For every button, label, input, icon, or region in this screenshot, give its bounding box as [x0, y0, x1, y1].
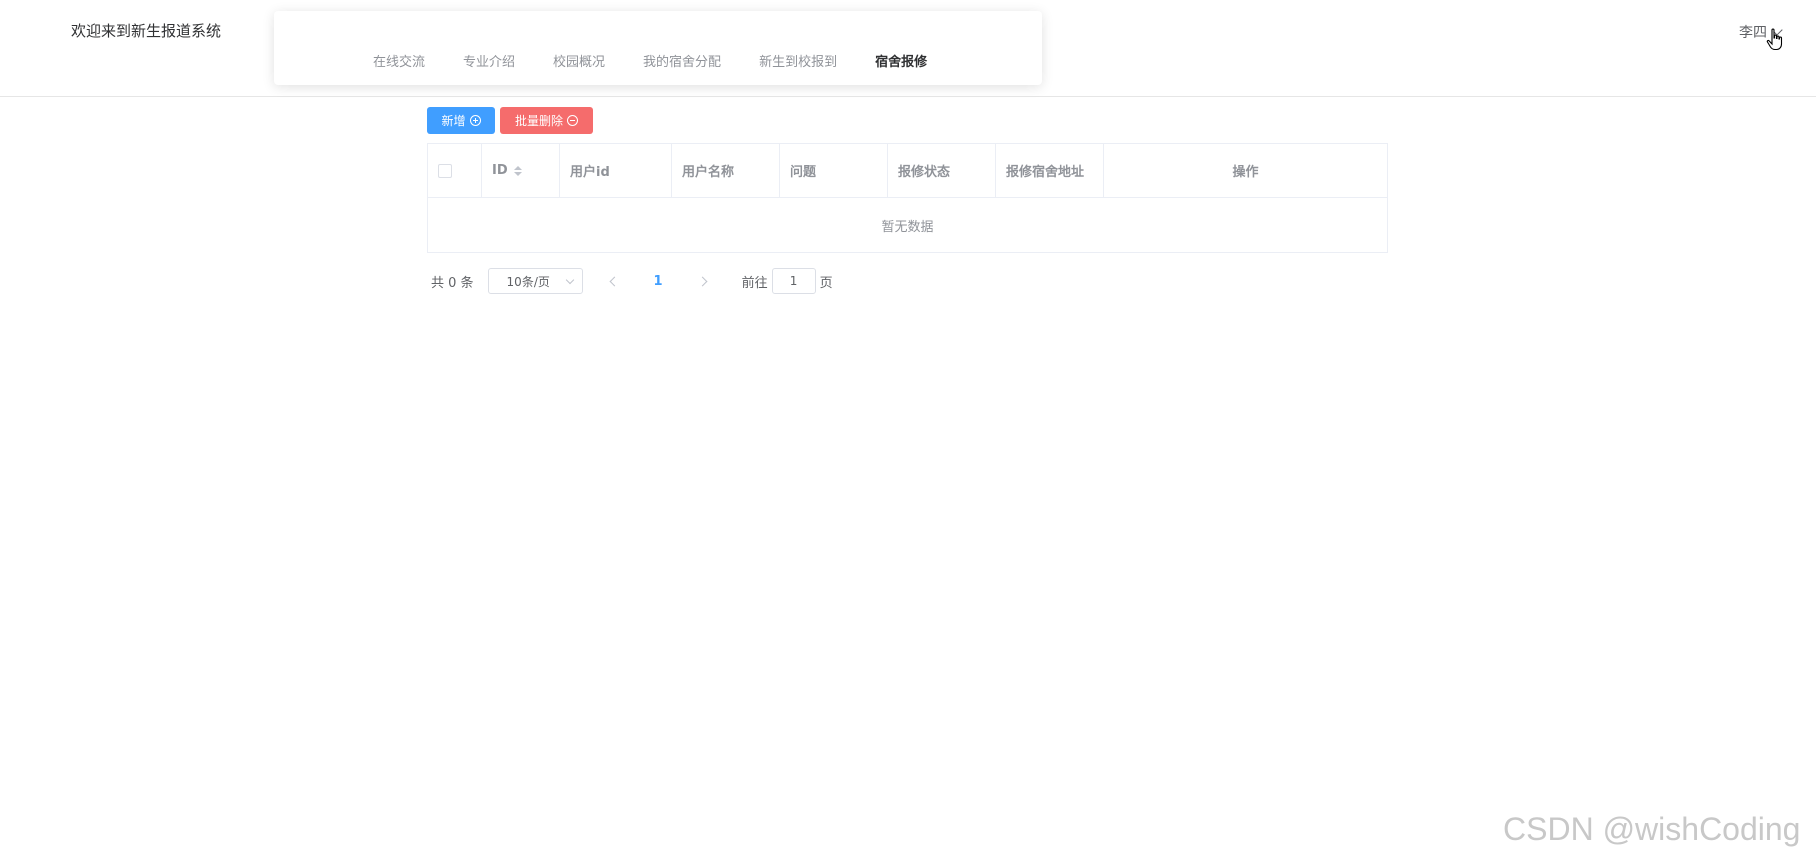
select-all-checkbox[interactable] — [438, 163, 452, 178]
repair-table: ID 用户id 用户名称 问题 报修状态 报修宿舍地址 操作 暂无数据 — [427, 143, 1388, 253]
page-size-select[interactable]: 10条/页 — [487, 268, 583, 294]
hand-cursor-icon — [1766, 28, 1783, 51]
site-title: 欢迎来到新生报道系统 — [71, 22, 222, 40]
batch-delete-label: 批量删除 — [514, 114, 563, 128]
empty-message: 暂无数据 — [881, 219, 934, 235]
pagination: 共 0 条 10条/页 1 前往 页 — [431, 267, 833, 295]
column-dorm-address: 报修宿舍地址 — [996, 144, 1104, 197]
page-size-value: 10条/页 — [506, 274, 550, 289]
column-id[interactable]: ID — [482, 144, 560, 197]
column-user-name: 用户名称 — [672, 144, 780, 197]
column-repair-status: 报修状态 — [888, 144, 996, 197]
table-header: ID 用户id 用户名称 问题 报修状态 报修宿舍地址 操作 — [428, 144, 1387, 198]
sort-icon[interactable] — [513, 165, 522, 176]
goto-page-input[interactable] — [771, 268, 816, 294]
goto-label: 前往 — [741, 275, 768, 291]
nav-item-campus[interactable]: 校园概况 — [553, 51, 605, 70]
watermark: CSDN @wishCoding — [1503, 811, 1801, 847]
prev-page-icon[interactable] — [609, 276, 619, 286]
next-page-icon[interactable] — [697, 276, 708, 286]
batch-delete-button[interactable]: 批量删除 — [500, 107, 593, 134]
select-all-cell — [428, 144, 482, 197]
nav-item-online-chat[interactable]: 在线交流 — [373, 51, 425, 70]
nav-item-my-dorm[interactable]: 我的宿舍分配 — [643, 51, 721, 70]
header: 欢迎来到新生报道系统 在线交流 专业介绍 校园概况 我的宿舍分配 新生到校报到 … — [0, 0, 1816, 97]
add-button[interactable]: 新增 — [427, 107, 495, 134]
add-button-label: 新增 — [441, 114, 466, 128]
user-name: 李四 — [1739, 25, 1767, 41]
column-id-label: ID — [492, 163, 508, 178]
total-count: 共 0 条 — [431, 275, 474, 291]
chevron-down-icon — [565, 275, 574, 285]
page-number-1[interactable]: 1 — [654, 274, 663, 289]
page-unit-label: 页 — [819, 275, 833, 291]
nav-item-check-in[interactable]: 新生到校报到 — [759, 51, 837, 70]
column-problem: 问题 — [780, 144, 888, 197]
circle-minus-icon — [567, 115, 578, 126]
nav-menu: 在线交流 专业介绍 校园概况 我的宿舍分配 新生到校报到 宿舍报修 — [274, 11, 1042, 85]
nav-item-majors[interactable]: 专业介绍 — [463, 51, 515, 70]
nav-item-dorm-repair[interactable]: 宿舍报修 — [875, 51, 927, 70]
column-actions: 操作 — [1232, 165, 1259, 180]
column-user-id: 用户id — [560, 144, 672, 197]
circle-plus-icon — [469, 115, 481, 126]
nav-items: 在线交流 专业介绍 校园概况 我的宿舍分配 新生到校报到 宿舍报修 — [373, 51, 965, 70]
